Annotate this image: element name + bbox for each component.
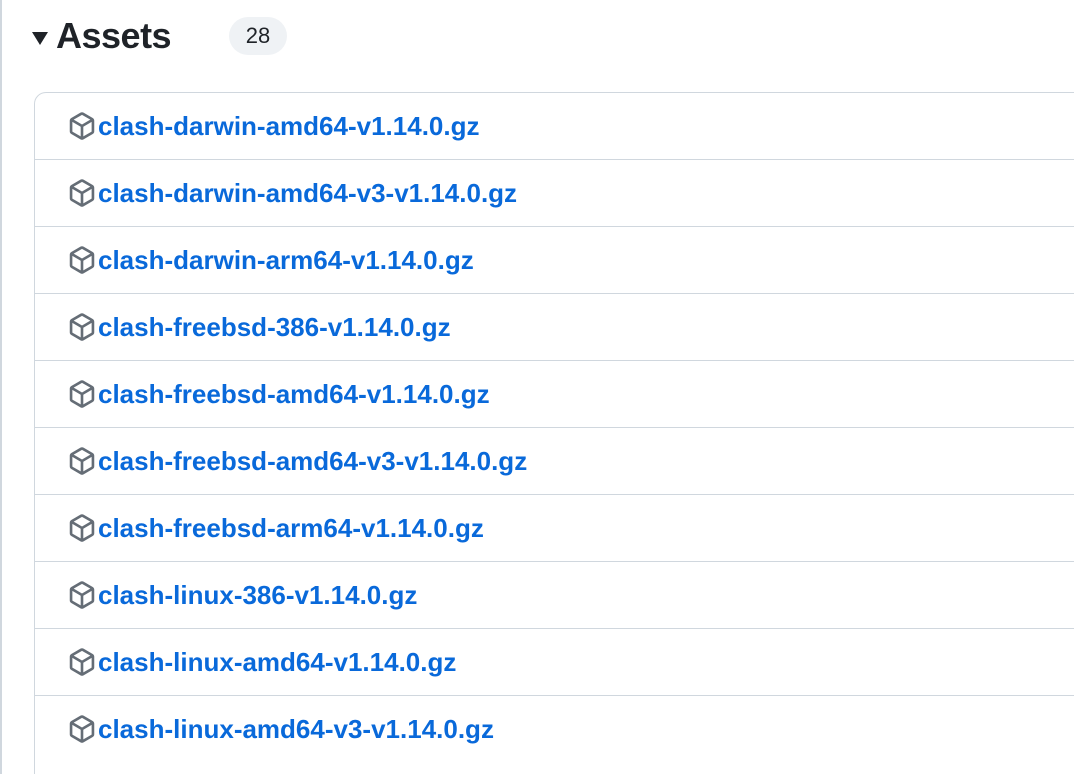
package-icon (68, 715, 96, 743)
package-icon (68, 246, 96, 274)
asset-link[interactable]: clash-freebsd-386-v1.14.0.gz (98, 312, 451, 343)
asset-row: clash-linux-amd64-v1.14.0.gz (35, 628, 1074, 695)
assets-heading: Assets (56, 15, 172, 56)
asset-link[interactable]: clash-freebsd-arm64-v1.14.0.gz (98, 513, 484, 544)
package-icon (68, 179, 96, 207)
asset-link[interactable]: clash-linux-amd64-v1.14.0.gz (98, 647, 456, 678)
asset-link[interactable]: clash-freebsd-amd64-v1.14.0.gz (98, 379, 490, 410)
package-icon (68, 313, 96, 341)
asset-row: clash-linux-386-v1.14.0.gz (35, 561, 1074, 628)
asset-row: clash-freebsd-amd64-v3-v1.14.0.gz (35, 427, 1074, 494)
package-icon (68, 648, 96, 676)
asset-link[interactable]: clash-darwin-arm64-v1.14.0.gz (98, 245, 474, 276)
asset-list: clash-darwin-amd64-v1.14.0.gz clash-darw… (35, 93, 1074, 762)
asset-row: clash-freebsd-arm64-v1.14.0.gz (35, 494, 1074, 561)
triangle-down-icon (32, 31, 48, 45)
assets-toggle[interactable]: Assets (32, 10, 172, 62)
asset-row: clash-linux-amd64-v3-v1.14.0.gz (35, 695, 1074, 762)
package-icon (68, 112, 96, 140)
package-icon (68, 514, 96, 542)
asset-row: clash-freebsd-amd64-v1.14.0.gz (35, 360, 1074, 427)
asset-row: clash-darwin-amd64-v3-v1.14.0.gz (35, 159, 1074, 226)
asset-link[interactable]: clash-freebsd-amd64-v3-v1.14.0.gz (98, 446, 527, 477)
package-icon (68, 581, 96, 609)
asset-link[interactable]: clash-darwin-amd64-v3-v1.14.0.gz (98, 178, 517, 209)
asset-row: clash-freebsd-386-v1.14.0.gz (35, 293, 1074, 360)
asset-link[interactable]: clash-darwin-amd64-v1.14.0.gz (98, 111, 479, 142)
package-icon (68, 380, 96, 408)
asset-link[interactable]: clash-linux-386-v1.14.0.gz (98, 580, 417, 611)
package-icon (68, 447, 96, 475)
release-assets-page: Assets 28 clash-darwin-amd64-v1.14.0.gz … (0, 0, 1074, 774)
asset-row: clash-darwin-amd64-v1.14.0.gz (35, 93, 1074, 159)
assets-list-box: clash-darwin-amd64-v1.14.0.gz clash-darw… (34, 92, 1074, 774)
asset-row: clash-darwin-arm64-v1.14.0.gz (35, 226, 1074, 293)
left-divider (0, 0, 2, 774)
assets-count-badge: 28 (229, 17, 287, 55)
asset-link[interactable]: clash-linux-amd64-v3-v1.14.0.gz (98, 714, 494, 745)
